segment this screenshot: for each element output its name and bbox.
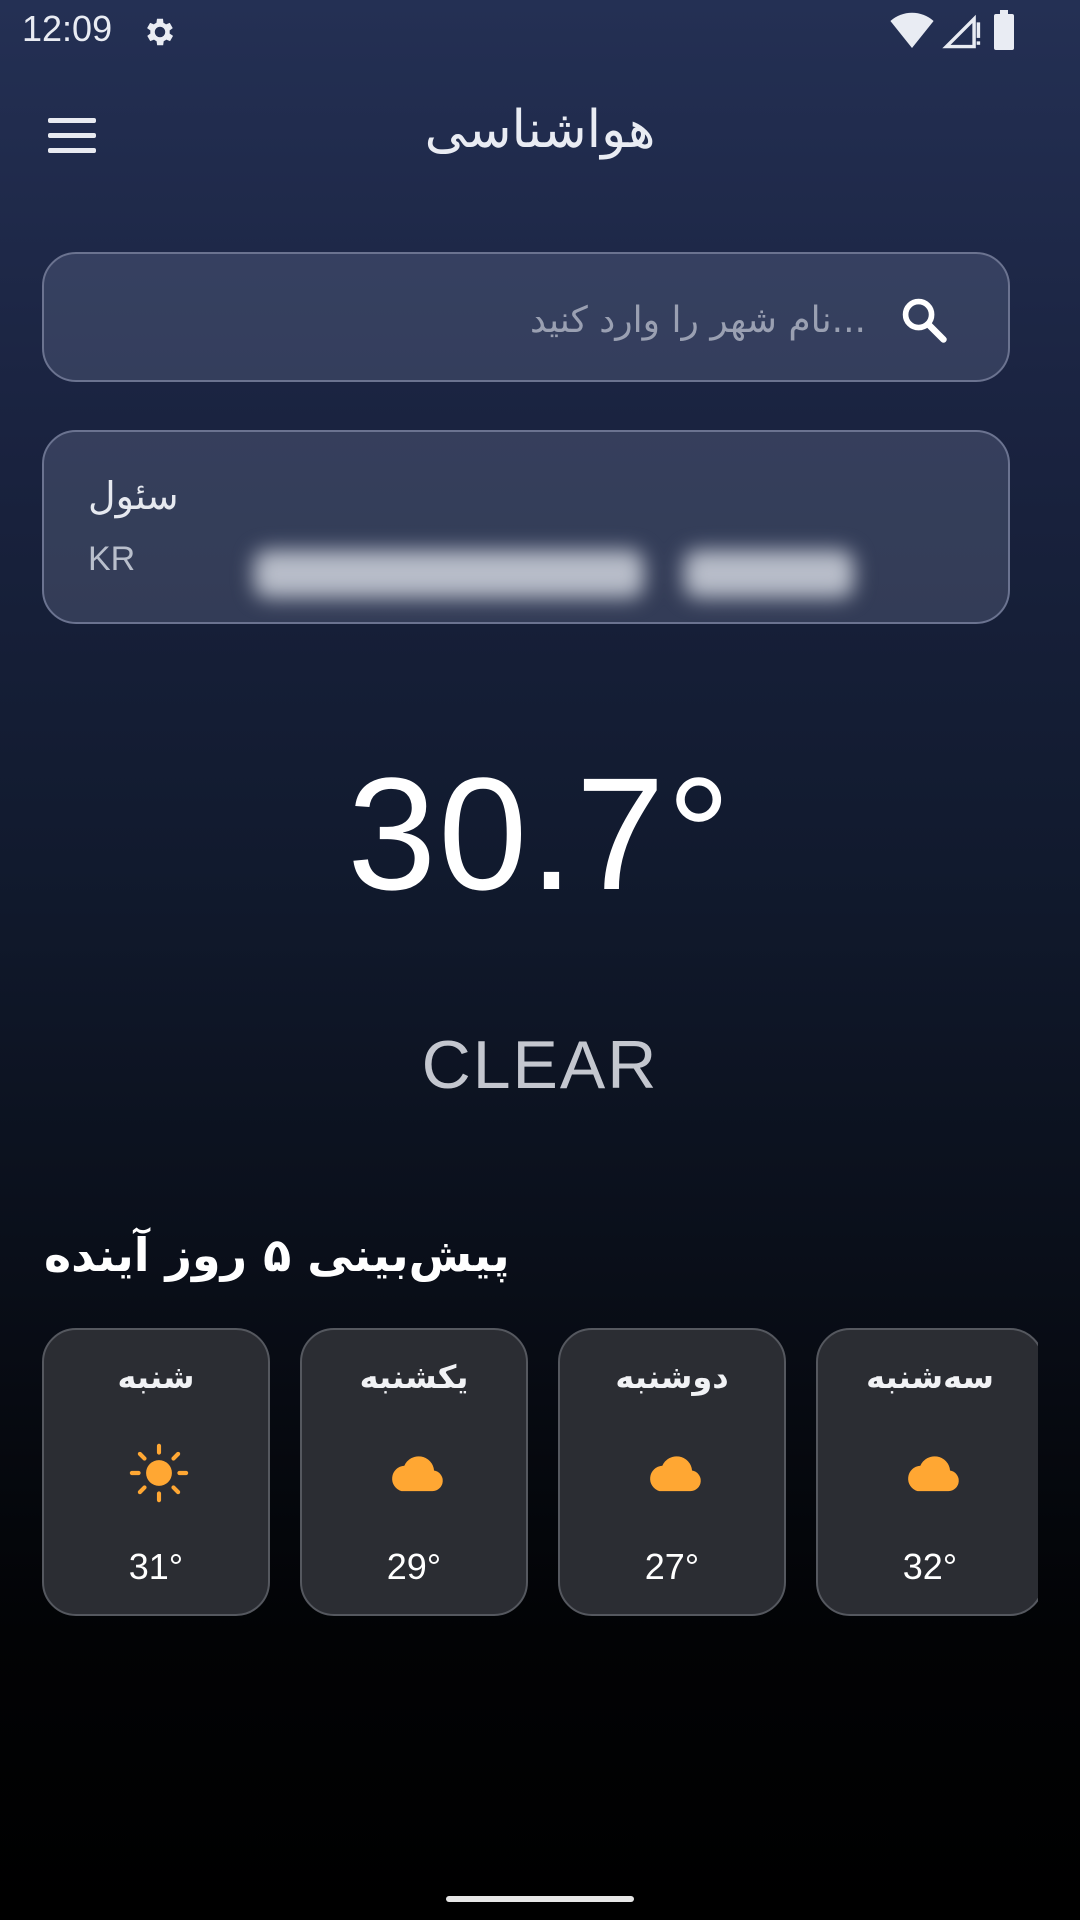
settings-icon (147, 18, 174, 46)
cloud-icon (650, 1456, 701, 1492)
country-code: KR (88, 540, 136, 578)
forecast-day-card[interactable]: یکشنبه 29° (300, 1328, 528, 1616)
search-result-card[interactable]: سئول KR (42, 430, 1010, 624)
home-indicator[interactable] (446, 1896, 634, 1902)
sun-icon (129, 1443, 189, 1503)
battery-icon (994, 10, 1014, 50)
signal-icon (942, 14, 981, 49)
forecast-list[interactable]: شنبه 31° یکشنبه 29° دوشنبه 27° سه‌شنبه 3… (42, 1328, 1038, 1618)
forecast-day-card[interactable]: دوشنبه 27° (558, 1328, 786, 1616)
cloud-icon (392, 1456, 443, 1492)
search-box (42, 252, 1010, 382)
forecast-day-name: یکشنبه (359, 1358, 469, 1396)
forecast-day-temp: 29° (386, 1546, 442, 1587)
weather-condition: CLEAR (421, 1027, 659, 1103)
city-name: سئول (88, 474, 179, 518)
blurred-city-heading (234, 542, 884, 612)
search-icon[interactable] (898, 294, 950, 346)
forecast-day-temp: 27° (644, 1546, 700, 1587)
forecast-day-name: سه‌شنبه (866, 1358, 994, 1396)
forecast-day-temp: 32° (902, 1546, 958, 1587)
page-title: هواشناسی (424, 100, 656, 160)
forecast-day-name: شنبه (117, 1358, 195, 1396)
forecast-day-card[interactable]: سه‌شنبه 32° (816, 1328, 1038, 1616)
forecast-day-card[interactable]: شنبه 31° (42, 1328, 270, 1616)
forecast-day-name: دوشنبه (615, 1358, 729, 1396)
forecast-title: پیش‌بینی ۵ روز آینده (44, 1228, 510, 1282)
current-temperature: 30.7° (347, 744, 733, 923)
wifi-icon (890, 12, 934, 48)
app-bar: هواشناسی (0, 64, 1080, 204)
forecast-day-temp: 31° (128, 1546, 184, 1587)
cloud-icon (908, 1456, 959, 1492)
status-time: 12:09 (22, 8, 113, 49)
search-input[interactable] (164, 284, 868, 356)
status-bar: 12:09 (0, 0, 1080, 64)
